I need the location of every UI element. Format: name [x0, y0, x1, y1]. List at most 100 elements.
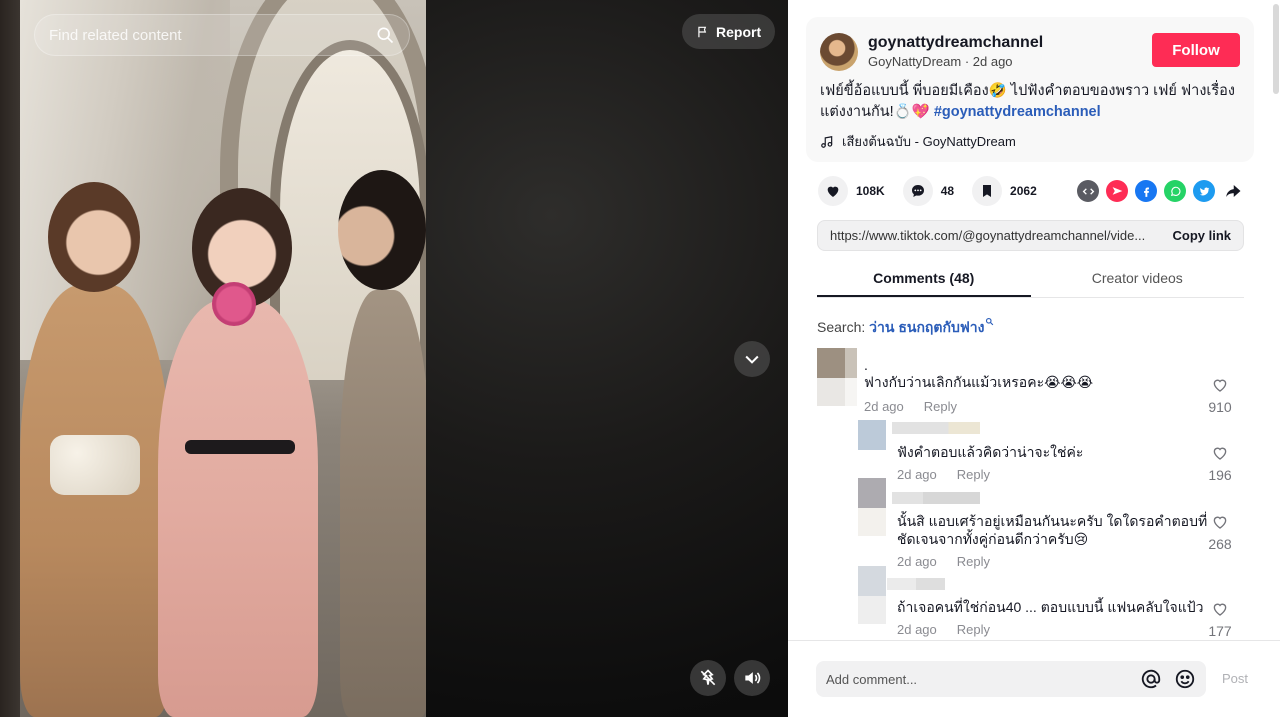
action-bar: 108K 48 2062 — [818, 176, 1055, 206]
video-person-left-head — [48, 182, 140, 292]
facebook-icon[interactable] — [1135, 180, 1157, 202]
floating-player-icon — [700, 669, 716, 686]
search-suggestion-term[interactable]: ว่าน ธนกฤตกับฟาง — [869, 319, 984, 335]
reply-avatar[interactable] — [858, 478, 886, 536]
flag-icon — [698, 26, 707, 37]
report-button[interactable]: Report — [682, 14, 776, 49]
reply-avatar[interactable] — [858, 420, 886, 450]
reply-username-blurred[interactable] — [892, 492, 980, 504]
panel-tabs: Comments (48) Creator videos — [817, 264, 1244, 298]
video-microphone — [212, 282, 256, 326]
share-row — [1077, 180, 1244, 202]
related-search-box[interactable] — [34, 14, 410, 56]
comment-text: ฟางกับว่านเลิกกันแม้วเหรอคะ😭😭😭 — [864, 374, 1094, 390]
video-player[interactable]: Report — [0, 0, 788, 717]
heart-outline-icon — [1213, 447, 1227, 460]
tab-comments[interactable]: Comments (48) — [817, 264, 1031, 297]
reply-text: ฟังคำตอบแล้วคิดว่าน่าจะใช่ค่ะ — [897, 444, 1084, 460]
related-search-input[interactable] — [49, 26, 375, 44]
video-blur-background — [0, 0, 20, 717]
reply-meta: 2d ago Reply — [897, 622, 990, 637]
author-username[interactable]: goynattydreamchannel — [868, 33, 1152, 53]
heart-outline-icon — [1213, 516, 1227, 529]
comment-like-count: 910 — [1208, 399, 1232, 415]
floating-player-button[interactable] — [690, 660, 726, 696]
send-to-friends-icon[interactable] — [1106, 180, 1128, 202]
reply-username-blurred[interactable] — [892, 422, 980, 434]
comment-composer: Post — [788, 640, 1280, 717]
comment-bubble-icon[interactable] — [902, 176, 933, 206]
music-note-icon — [821, 135, 833, 148]
share-arrow-icon[interactable] — [1222, 180, 1244, 202]
comment-meta: 2d ago Reply — [864, 399, 957, 414]
search-suggestion-prefix: Search: — [817, 319, 866, 335]
copy-link-button[interactable]: Copy link — [1172, 228, 1231, 243]
music-label[interactable]: เสียงต้นฉบับ - GoyNattyDream — [842, 131, 1016, 152]
music-row[interactable]: เสียงต้นฉบับ - GoyNattyDream — [820, 131, 1240, 152]
next-video-button[interactable] — [734, 341, 770, 377]
embed-icon[interactable] — [1077, 180, 1099, 202]
chevron-down-icon — [745, 355, 759, 364]
author-avatar[interactable] — [820, 33, 858, 71]
hashtag-link[interactable]: #goynattydreamchannel — [934, 104, 1101, 120]
comment-item: . ฟางกับว่านเลิกกันแม้วเหรอคะ😭😭😭 2d ago R… — [817, 348, 1247, 418]
author-row: goynattydreamchannel GoyNattyDream · 2d … — [820, 33, 1240, 71]
share-link-text[interactable]: https://www.tiktok.com/@goynattydreamcha… — [830, 228, 1162, 243]
video-person-right — [340, 290, 426, 717]
comment-input-box[interactable] — [816, 661, 1206, 697]
comment-username[interactable]: . — [864, 356, 868, 374]
comment-avatar[interactable] — [817, 348, 857, 406]
like-count: 108K — [856, 184, 885, 198]
reply-button[interactable]: Reply — [957, 622, 990, 637]
volume-button[interactable] — [734, 660, 770, 696]
heart-outline-icon — [1213, 379, 1227, 392]
volume-icon — [745, 672, 761, 684]
side-panel: goynattydreamchannel GoyNattyDream · 2d … — [788, 0, 1280, 717]
twitter-icon[interactable] — [1193, 180, 1215, 202]
search-small-icon — [986, 317, 994, 326]
reply-like-count: 177 — [1208, 623, 1232, 639]
comment-input[interactable] — [826, 671, 1128, 687]
reply-like-button[interactable]: 177 — [1200, 600, 1240, 639]
reply-button[interactable]: Reply — [924, 399, 957, 414]
reply-item: ถ้าเจอคนที่ใช่ก่อน40 ... ตอบแบบนี้ แฟนคล… — [858, 566, 1247, 639]
emoji-icon[interactable] — [1174, 668, 1196, 690]
video-frame[interactable] — [20, 0, 426, 717]
reply-time: 2d ago — [897, 622, 937, 637]
share-link-box: https://www.tiktok.com/@goynattydreamcha… — [817, 220, 1244, 251]
heart-icon[interactable] — [818, 176, 848, 206]
report-label: Report — [716, 23, 762, 40]
whatsapp-icon[interactable] — [1164, 180, 1186, 202]
tab-creator-videos[interactable]: Creator videos — [1031, 264, 1245, 297]
search-suggestion[interactable]: Search: ว่าน ธนกฤตกับฟาง — [817, 317, 994, 339]
reply-text: นั้นสิ แอบเศร้าอยู่เหมือนกันนะครับ ใดใดร… — [897, 513, 1208, 547]
video-person-center-belt — [185, 440, 295, 454]
author-info: goynattydreamchannel GoyNattyDream · 2d … — [868, 33, 1152, 69]
scrollbar[interactable] — [1272, 0, 1280, 640]
comment-like-button[interactable]: 910 — [1200, 376, 1240, 415]
mention-icon[interactable] — [1140, 668, 1162, 690]
reply-username-blurred[interactable] — [887, 578, 945, 590]
comment-count: 48 — [940, 184, 955, 198]
bookmark-icon[interactable] — [972, 176, 1003, 206]
follow-button[interactable]: Follow — [1152, 33, 1240, 67]
post-description-card: goynattydreamchannel GoyNattyDream · 2d … — [806, 17, 1254, 162]
post-button[interactable]: Post — [1222, 671, 1248, 686]
video-person-right-head — [338, 170, 426, 290]
comment-time: 2d ago — [864, 399, 904, 414]
author-display-name[interactable]: GoyNattyDream — [868, 54, 961, 69]
comment-action[interactable]: 48 — [902, 176, 955, 206]
video-clutch-bag — [50, 435, 140, 495]
like-action[interactable]: 108K — [818, 176, 885, 206]
scrollbar-thumb[interactable] — [1273, 4, 1279, 94]
author-subtitle: GoyNattyDream · 2d ago — [868, 54, 1013, 69]
search-icon[interactable] — [375, 25, 395, 45]
reply-avatar[interactable] — [858, 566, 886, 624]
reply-like-button[interactable]: 268 — [1200, 513, 1240, 552]
video-person-center — [158, 300, 318, 717]
save-action[interactable]: 2062 — [972, 176, 1037, 206]
reply-text: ถ้าเจอคนที่ใช่ก่อน40 ... ตอบแบบนี้ แฟนคล… — [897, 599, 1204, 615]
reply-like-count: 268 — [1208, 536, 1232, 552]
heart-outline-icon — [1213, 603, 1227, 616]
save-count: 2062 — [1010, 184, 1037, 198]
